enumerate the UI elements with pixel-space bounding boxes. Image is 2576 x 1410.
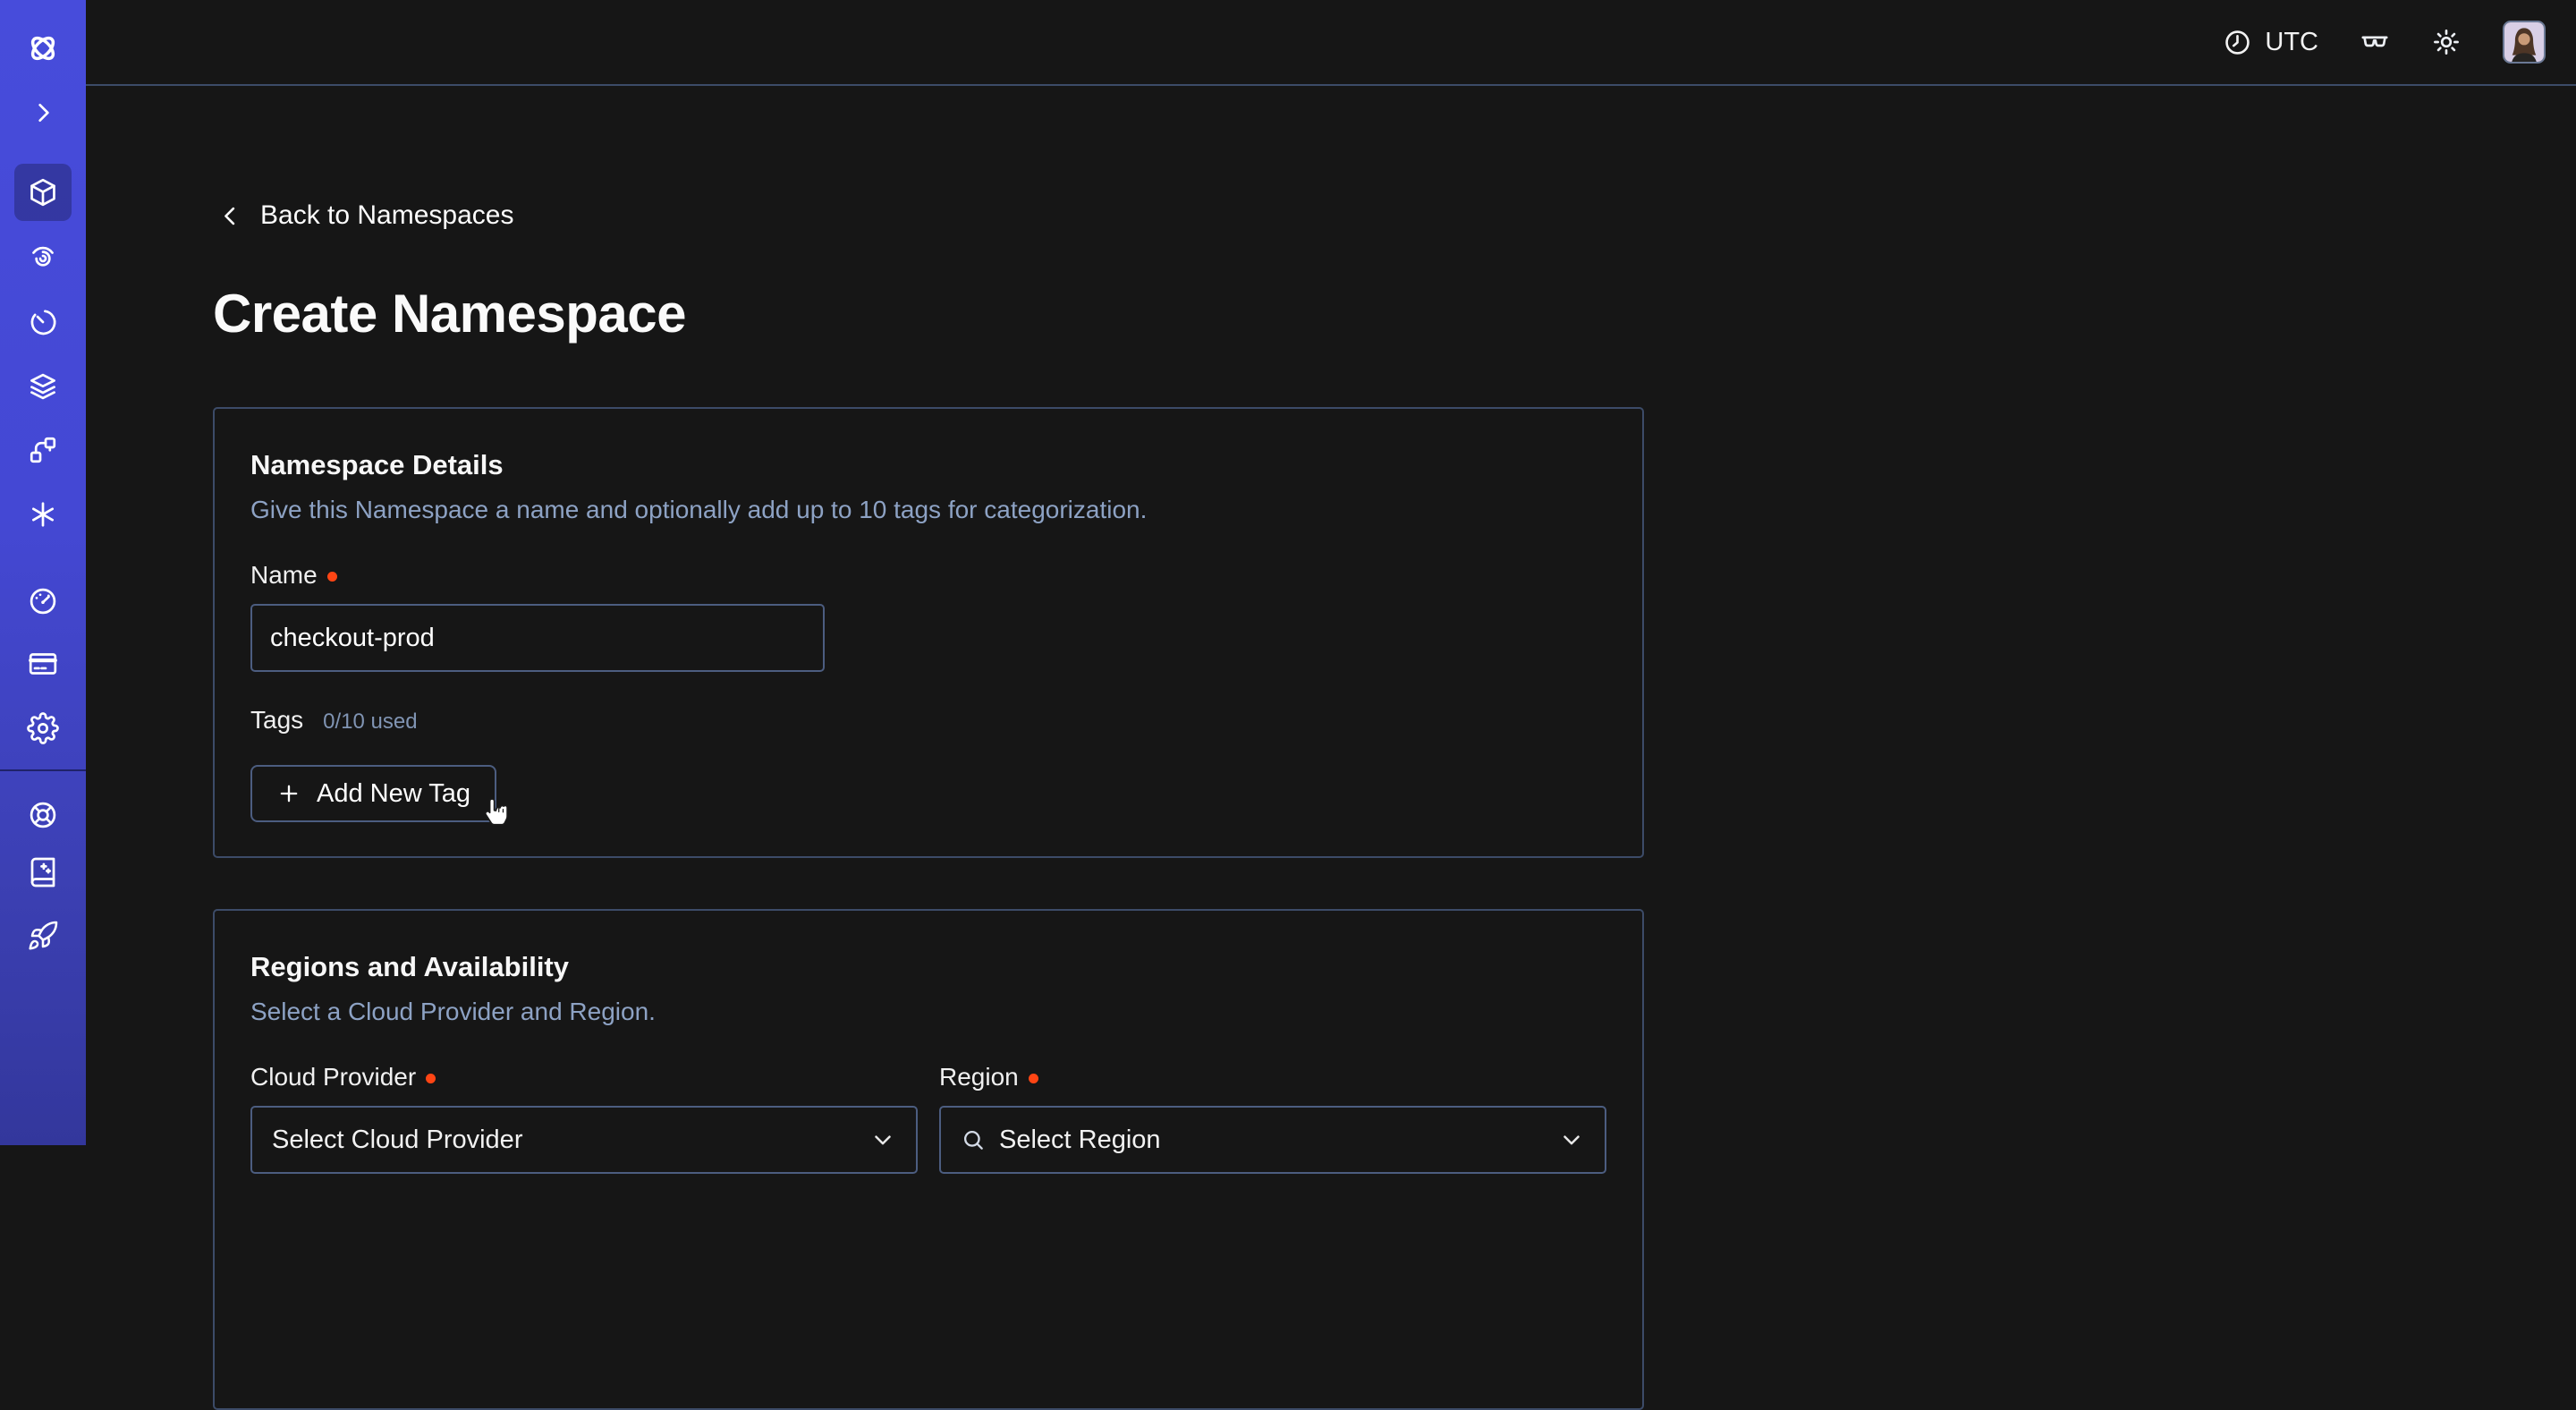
tags-label-row: Tags 0/10 used (250, 706, 1606, 735)
timer-icon (27, 306, 59, 338)
layers-icon (27, 370, 59, 403)
region-label: Region (939, 1063, 1606, 1091)
sidebar-item-billing[interactable] (14, 635, 72, 692)
user-avatar[interactable] (2503, 21, 2546, 64)
back-to-namespaces-link[interactable]: Back to Namespaces (218, 200, 513, 231)
sidebar-item-usage[interactable] (14, 573, 72, 630)
cloud-provider-placeholder: Select Cloud Provider (272, 1125, 522, 1155)
cloud-provider-select[interactable]: Select Cloud Provider (250, 1106, 918, 1174)
timezone-label: UTC (2265, 28, 2318, 57)
namespace-name-input[interactable] (250, 604, 825, 672)
sidebar-item-getting-started[interactable] (14, 907, 72, 964)
sidebar (0, 0, 86, 1145)
labs-toggle[interactable] (2360, 27, 2390, 57)
sidebar-divider (0, 769, 86, 771)
sidebar-item-batch[interactable] (14, 358, 72, 415)
region-placeholder: Select Region (999, 1125, 1161, 1155)
topbar: UTC (86, 0, 2576, 86)
card-subtitle: Select a Cloud Provider and Region. (250, 997, 1606, 1027)
name-label: Name (250, 561, 1606, 590)
gauge-icon (27, 585, 59, 617)
sidebar-item-nexus[interactable] (14, 421, 72, 479)
book-sparkles-icon (27, 856, 59, 888)
sidebar-expand-button[interactable] (14, 84, 72, 141)
clock-icon (2223, 28, 2252, 57)
plus-icon (276, 781, 301, 806)
card-title: Regions and Availability (250, 951, 1606, 983)
tags-usage-counter: 0/10 used (323, 709, 417, 735)
asterisk-icon (27, 498, 59, 531)
regions-card: Regions and Availability Select a Cloud … (213, 909, 1644, 1410)
temporal-logo-icon[interactable] (14, 20, 72, 77)
chevron-left-icon (218, 204, 242, 228)
sidebar-item-namespaces[interactable] (14, 164, 72, 221)
namespace-details-card: Namespace Details Give this Namespace a … (213, 407, 1644, 858)
chevron-right-icon (29, 98, 57, 127)
spiral-icon (27, 241, 59, 273)
chevron-down-icon (869, 1126, 896, 1153)
theme-toggle[interactable] (2431, 27, 2462, 57)
region-select[interactable]: Select Region (939, 1106, 1606, 1174)
lifebuoy-icon (27, 799, 59, 831)
create-namespace-page: { "topbar": { "timezone": "UTC", "icons"… (0, 0, 2576, 1145)
page-title: Create Namespace (213, 283, 686, 344)
cloud-provider-field: Cloud Provider Select Cloud Provider (250, 1063, 918, 1174)
credit-card-icon (27, 648, 59, 680)
sidebar-item-support[interactable] (14, 786, 72, 844)
workflow-branch-icon (27, 434, 59, 466)
sidebar-item-docs[interactable] (14, 844, 72, 901)
add-new-tag-label: Add New Tag (317, 779, 470, 809)
regions-field-grid: Cloud Provider Select Cloud Provider Reg… (250, 1063, 1606, 1174)
card-subtitle: Give this Namespace a name and optionall… (250, 495, 1606, 525)
required-dot (327, 572, 337, 582)
rocket-icon (27, 920, 59, 952)
sidebar-item-settings[interactable] (14, 700, 72, 757)
sun-icon (2431, 27, 2462, 57)
card-title: Namespace Details (250, 449, 1606, 481)
cube-icon (27, 176, 59, 208)
main-content: Back to Namespaces Create Namespace Name… (86, 88, 2576, 1145)
chevron-down-icon (1558, 1126, 1585, 1153)
sidebar-item-queries[interactable] (14, 486, 72, 543)
required-dot (1029, 1074, 1038, 1083)
region-field: Region Select Region (939, 1063, 1606, 1174)
search-icon (961, 1127, 986, 1152)
timezone-selector[interactable]: UTC (2223, 28, 2318, 57)
sidebar-item-workflows[interactable] (14, 228, 72, 285)
glasses-icon (2360, 27, 2390, 57)
gear-icon (27, 712, 59, 744)
sidebar-item-schedules[interactable] (14, 293, 72, 351)
back-link-label: Back to Namespaces (260, 200, 513, 231)
avatar-image (2504, 22, 2544, 62)
add-new-tag-button[interactable]: Add New Tag (250, 765, 496, 822)
required-dot (426, 1074, 436, 1083)
cloud-provider-label: Cloud Provider (250, 1063, 918, 1091)
tags-label: Tags (250, 706, 303, 735)
